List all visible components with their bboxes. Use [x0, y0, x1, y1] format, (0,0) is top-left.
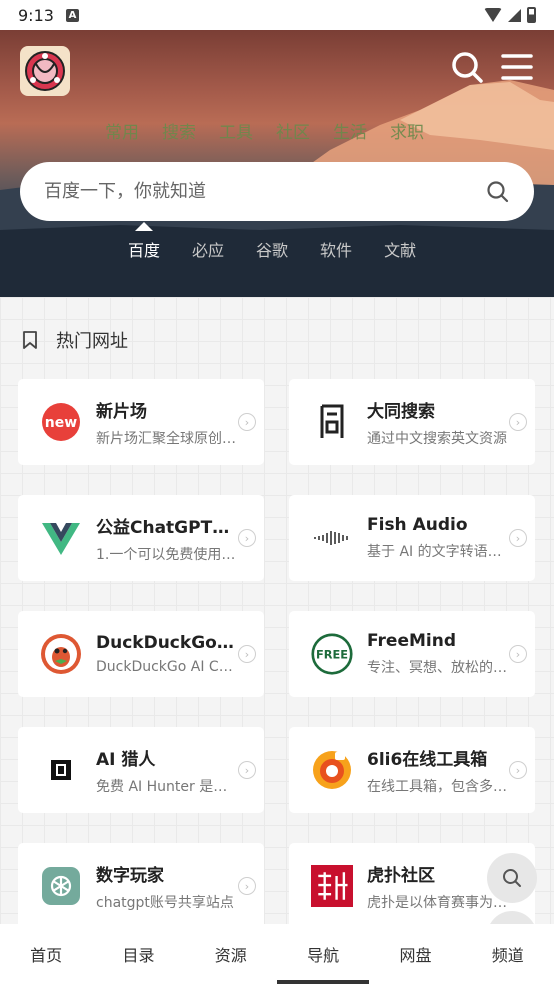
category-tab[interactable]: 生活 [333, 118, 367, 143]
category-tab[interactable]: 搜索 [162, 118, 196, 143]
site-card[interactable]: 数字玩家 chatgpt账号共享站点 › [18, 843, 264, 924]
chevron-right-icon: › [238, 529, 256, 547]
6li6-logo-icon [311, 749, 353, 791]
bottom-nav: 首页 目录 资源 导航 网盘 频道 [0, 924, 554, 984]
card-title: Fish Audio [367, 515, 468, 535]
section-title: 热门网址 [56, 331, 128, 352]
card-desc: 虎扑是以体育赛事为主的社区 [367, 894, 509, 911]
menu-icon[interactable] [500, 50, 534, 84]
card-desc: 新片场汇聚全球原创优质视频 [96, 430, 238, 447]
hupu-logo-icon [311, 865, 353, 907]
section-header: 热门网址 [22, 327, 128, 353]
search-icon [503, 869, 521, 887]
nav-item-directory[interactable]: 目录 [92, 942, 184, 966]
vue-logo-icon [40, 517, 82, 559]
status-time: 9:13 [18, 5, 54, 25]
chevron-right-icon: › [238, 413, 256, 431]
nav-item-netdisk[interactable]: 网盘 [369, 942, 461, 966]
wifi-icon [484, 8, 502, 22]
engine-tab-baidu[interactable]: 百度 [128, 237, 160, 261]
card-desc: 在线工具箱，包含多种工具 [367, 778, 509, 795]
site-card[interactable]: 大同搜索通过中文搜索英文资源 › [289, 379, 535, 465]
card-title: 公益ChatGPT站点 [96, 517, 238, 538]
engine-tab-software[interactable]: 软件 [320, 237, 352, 261]
search-input[interactable] [44, 181, 486, 202]
card-title: DuckDuckGo AI Chat [96, 633, 238, 653]
app-logo-icon [25, 51, 65, 91]
site-card[interactable]: Fish Audio 基于 AI 的文字转语音平台 › [289, 495, 535, 581]
engine-tab-bing[interactable]: 必应 [192, 237, 224, 261]
cell-signal-icon [508, 8, 521, 22]
floating-search-button[interactable] [487, 853, 537, 903]
search-icon[interactable] [450, 50, 484, 84]
card-desc: DuckDuckGo AI Chat [96, 659, 238, 675]
site-card[interactable]: DuckDuckGo AI Chat DuckDuckGo AI Chat › [18, 611, 264, 697]
new-logo-icon: new [40, 401, 82, 443]
status-bar: 9:13 A [0, 0, 554, 30]
site-card[interactable]: FREE FreeMind 专注、冥想、放松的应用 › [289, 611, 535, 697]
chevron-right-icon: › [509, 529, 527, 547]
card-desc: 免费 AI Hunter 是一个导航 [96, 778, 238, 795]
nav-item-home[interactable]: 首页 [0, 942, 92, 966]
site-card[interactable]: 6li6在线工具箱在线工具箱，包含多种工具 › [289, 727, 535, 813]
svg-text:new: new [45, 415, 77, 431]
hero-banner: 常用 搜索 工具 社区 生活 求职 百度 必应 谷歌 软件 文献 [0, 30, 554, 297]
status-icons [484, 7, 536, 23]
engine-tab-literature[interactable]: 文献 [384, 237, 416, 261]
search-bar [20, 162, 534, 221]
chevron-right-icon: › [238, 877, 256, 895]
site-card[interactable]: new 新片场新片场汇聚全球原创优质视频 › [18, 379, 264, 465]
nav-active-indicator [277, 980, 369, 984]
app-logo[interactable] [20, 46, 70, 96]
card-desc: 专注、冥想、放松的应用 [367, 660, 509, 676]
search-submit-icon[interactable] [486, 180, 510, 204]
datong-logo-icon [311, 401, 353, 443]
card-title: 6li6在线工具箱 [367, 749, 488, 770]
nav-item-resources[interactable]: 资源 [185, 942, 277, 966]
card-desc: 1.一个可以免费使用的站点 [96, 546, 238, 563]
chevron-right-icon: › [509, 413, 527, 431]
chevron-right-icon: › [238, 645, 256, 663]
nav-item-navigation[interactable]: 导航 [277, 942, 369, 966]
card-title: FreeMind [367, 631, 456, 651]
site-card[interactable]: AI 猎人免费 AI Hunter 是一个导航 › [18, 727, 264, 813]
openai-logo-icon [40, 865, 82, 907]
category-tab[interactable]: 社区 [276, 118, 310, 143]
category-tab[interactable]: 常用 [105, 118, 139, 143]
card-desc: chatgpt账号共享站点 [96, 894, 234, 911]
fish-audio-logo-icon [311, 517, 353, 559]
active-engine-indicator [135, 222, 153, 231]
bookmark-icon [23, 331, 37, 349]
category-tab[interactable]: 工具 [219, 118, 253, 143]
chevron-right-icon: › [509, 645, 527, 663]
ai-hunter-logo-icon [40, 749, 82, 791]
chevron-right-icon: › [509, 761, 527, 779]
svg-text:FREE: FREE [316, 647, 348, 661]
card-title: 大同搜索 [367, 401, 435, 422]
card-title: 新片场 [96, 401, 147, 422]
main-content: 热门网址 new 新片场新片场汇聚全球原创优质视频 › 大同搜索通过中文搜索英文… [0, 297, 554, 924]
category-tabs: 常用 搜索 工具 社区 生活 求职 [105, 118, 424, 143]
card-desc: 基于 AI 的文字转语音平台 [367, 544, 509, 560]
chevron-right-icon: › [238, 761, 256, 779]
freemind-logo-icon: FREE [311, 633, 353, 675]
engine-tab-google[interactable]: 谷歌 [256, 237, 288, 261]
card-title: AI 猎人 [96, 749, 156, 770]
site-card[interactable]: 公益ChatGPT站点 1.一个可以免费使用的站点 › [18, 495, 264, 581]
battery-icon [527, 7, 536, 23]
card-desc: 通过中文搜索英文资源 [367, 430, 507, 447]
category-tab[interactable]: 求职 [390, 118, 424, 143]
duckduckgo-logo-icon [40, 633, 82, 675]
card-title: 数字玩家 [96, 865, 164, 886]
search-engine-tabs: 百度 必应 谷歌 软件 文献 [128, 237, 416, 261]
notification-a-icon: A [65, 8, 79, 22]
nav-item-channel[interactable]: 频道 [462, 942, 554, 966]
